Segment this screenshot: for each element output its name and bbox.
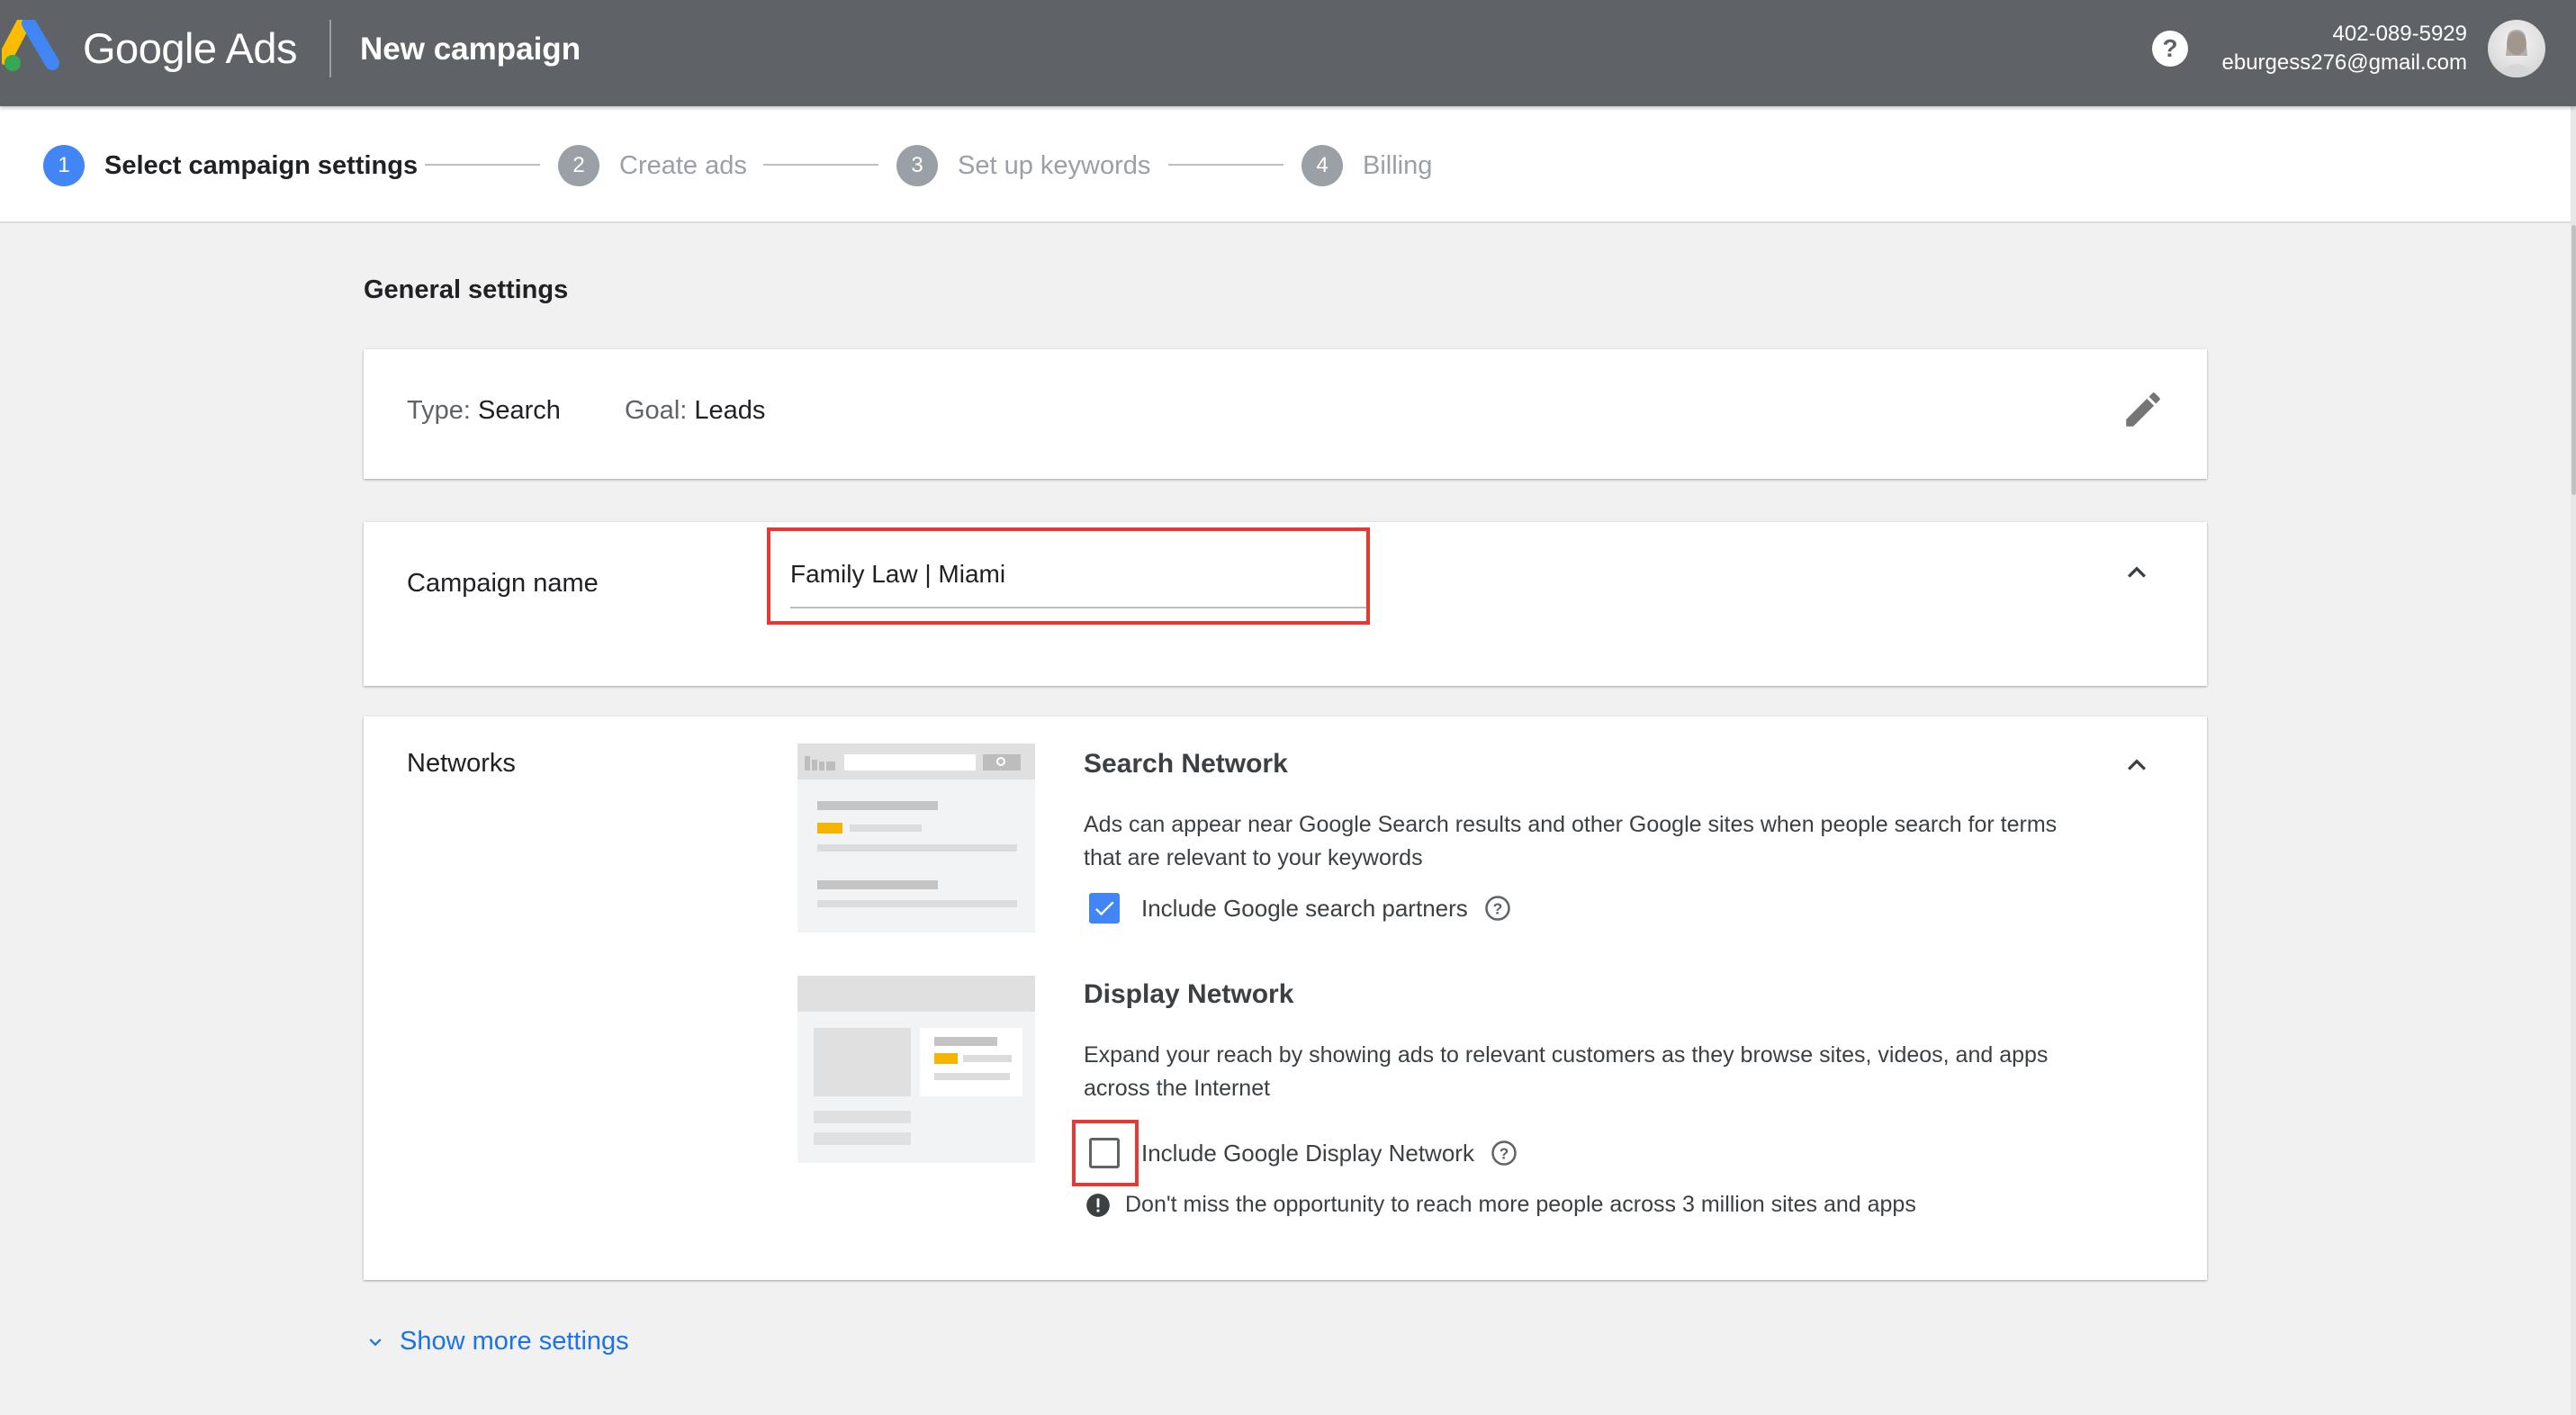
scrollbar-thumb[interactable] (2571, 225, 2576, 495)
account-email: eburgess276@gmail.com (2221, 50, 2468, 75)
campaign-name-card: Campaign name (364, 522, 2207, 686)
step-number: 1 (43, 145, 85, 186)
type-value: Search (478, 396, 561, 425)
svg-text:?: ? (1492, 899, 1502, 917)
display-network-row: Include Google Display Network ? (1089, 1138, 1518, 1168)
step-connector (1168, 164, 1283, 166)
product-name[interactable]: Google Ads (83, 20, 298, 77)
step-number: 2 (558, 145, 599, 186)
step-billing[interactable]: 4 Billing (1302, 144, 1432, 187)
display-network-label[interactable]: Include Google Display Network (1141, 1140, 1474, 1167)
header-divider (329, 20, 331, 77)
help-icon[interactable]: ? (2151, 30, 2189, 68)
warning-text: Don't miss the opportunity to reach more… (1125, 1192, 1916, 1217)
warning-icon (1086, 1193, 1110, 1217)
networks-card: Networks Search Network Ads can appear n… (364, 717, 2207, 1280)
display-network-warning: Don't miss the opportunity to reach more… (1085, 1192, 1916, 1218)
step-number: 3 (896, 145, 938, 186)
step-label: Set up keywords (958, 150, 1151, 180)
step-connector (763, 164, 878, 166)
display-network-checkbox-highlight (1072, 1120, 1139, 1186)
svg-text:?: ? (1500, 1144, 1509, 1162)
search-network-illustration-icon (797, 744, 1035, 933)
chevron-down-icon (369, 1338, 382, 1346)
general-settings-heading: General settings (364, 275, 569, 304)
chevron-up-icon[interactable] (2119, 554, 2155, 590)
show-more-label: Show more settings (400, 1327, 629, 1356)
campaign-name-label: Campaign name (407, 569, 599, 598)
display-network-title: Display Network (1084, 979, 1294, 1009)
campaign-type-card: Type: Search Goal: Leads (364, 349, 2207, 479)
search-network-description: Ads can appear near Google Search result… (1084, 812, 2058, 870)
step-label: Billing (1363, 150, 1433, 180)
page-title: New campaign (360, 32, 581, 67)
help-outline-icon[interactable]: ? (1484, 895, 1511, 922)
campaign-name-input[interactable] (790, 549, 1366, 599)
type-label: Type: (407, 396, 471, 425)
goal-label: Goal: (625, 396, 688, 425)
step-connector (425, 164, 540, 166)
search-partners-label[interactable]: Include Google search partners (1141, 895, 1468, 923)
checkmark-icon (1094, 901, 1114, 916)
step-number: 4 (1302, 145, 1343, 186)
svg-text:?: ? (2162, 34, 2177, 62)
show-more-settings-link[interactable]: Show more settings (364, 1327, 629, 1356)
google-ads-logo-icon[interactable] (2, 20, 61, 72)
networks-label: Networks (407, 749, 516, 778)
top-app-bar: Google Ads New campaign ? 402-089-5929 e… (0, 0, 2576, 106)
avatar[interactable] (2488, 20, 2545, 77)
display-network-description: Expand your reach by showing ads to rele… (1084, 1042, 2049, 1101)
campaign-name-highlight (767, 527, 1370, 625)
goal-value: Leads (694, 396, 766, 425)
step-label: Select campaign settings (104, 150, 419, 180)
search-network-title: Search Network (1084, 749, 1288, 779)
campaign-goal: Goal: Leads (625, 396, 765, 426)
step-set-up-keywords[interactable]: 3 Set up keywords (896, 144, 1150, 187)
avatar-photo-icon (2500, 30, 2533, 77)
step-label: Create ads (619, 150, 747, 180)
step-create-ads[interactable]: 2 Create ads (558, 144, 747, 187)
search-partners-row: Include Google search partners ? (1089, 893, 1511, 924)
account-info[interactable]: 402-089-5929 eburgess276@gmail.com (2222, 20, 2468, 77)
account-phone: 402-089-5929 (2332, 22, 2467, 46)
help-outline-icon[interactable]: ? (1491, 1140, 1518, 1167)
search-partners-checkbox[interactable] (1089, 893, 1120, 924)
input-underline (790, 607, 1366, 608)
campaign-stepper: 1 Select campaign settings 2 Create ads … (0, 106, 2571, 223)
campaign-type: Type: Search (407, 396, 561, 426)
chevron-up-icon[interactable] (2119, 747, 2155, 783)
step-select-campaign-settings[interactable]: 1 Select campaign settings (43, 144, 418, 187)
display-network-illustration-icon (797, 976, 1035, 1163)
edit-icon[interactable] (2121, 387, 2166, 432)
